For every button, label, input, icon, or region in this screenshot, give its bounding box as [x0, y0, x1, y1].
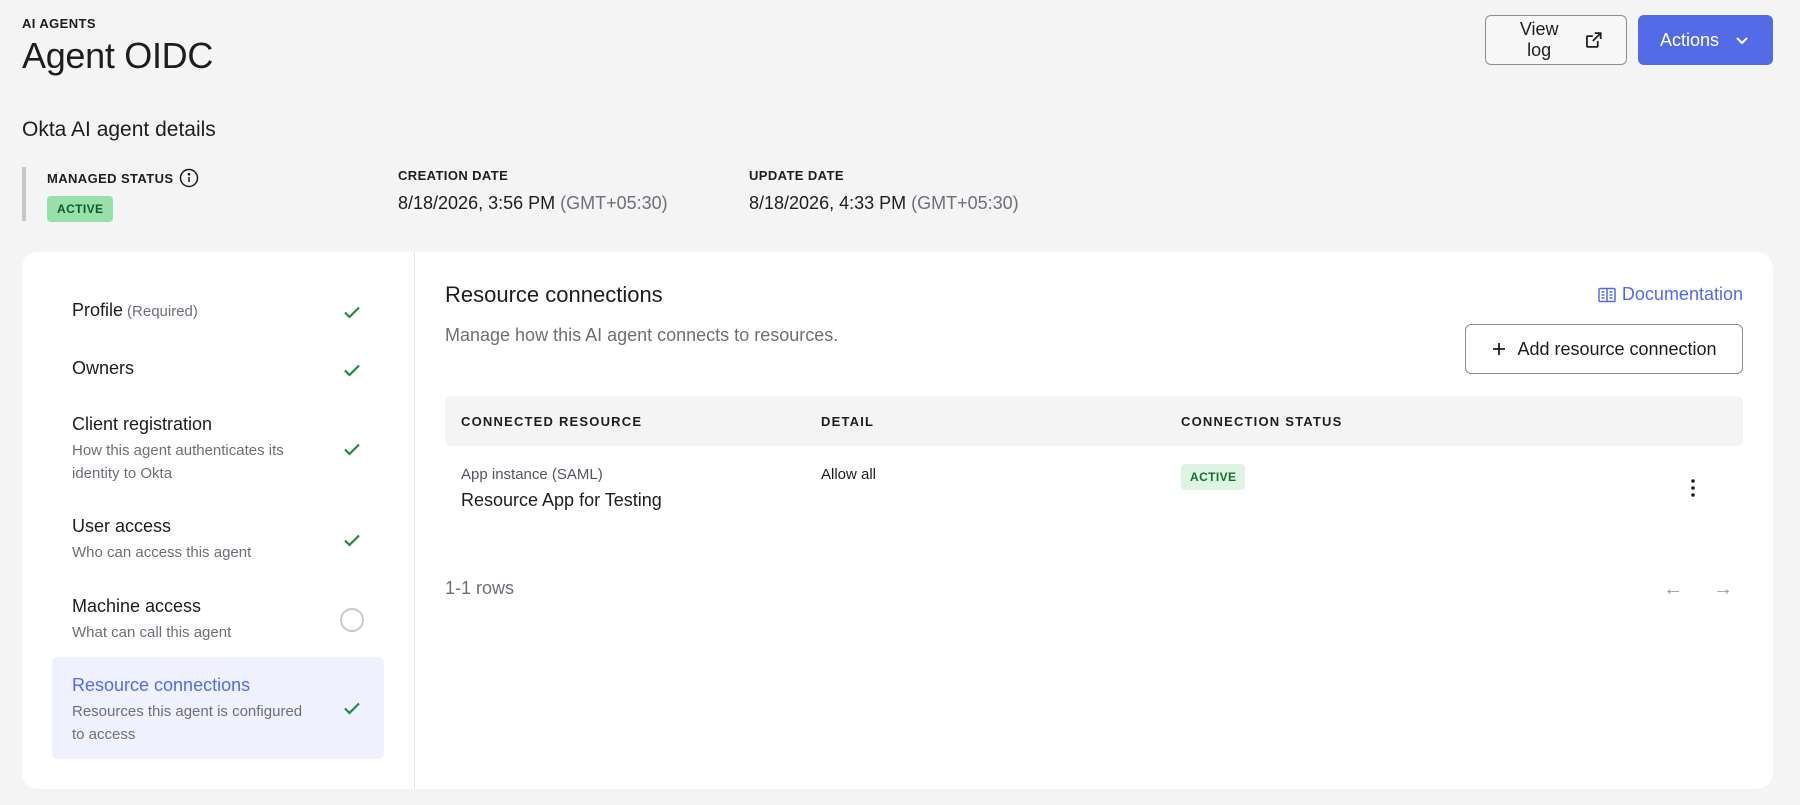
add-resource-connection-button[interactable]: Add resource connection [1465, 324, 1743, 374]
sidebar-item-label: User access [72, 516, 172, 536]
sidebar-item-label: Profile [72, 300, 124, 320]
table-header: CONNECTED RESOURCE DETAIL CONNECTION STA… [445, 396, 1743, 446]
section-title: Okta AI agent details [22, 118, 216, 141]
check-icon [344, 534, 360, 547]
creation-date-value: 8/18/2026, 3:56 PM [398, 193, 556, 213]
connection-status-badge: ACTIVE [1181, 464, 1246, 490]
sidebar-item-desc: What can call this agent [72, 624, 232, 641]
details-card: Profile (Required) Owners Client registra… [22, 252, 1773, 789]
update-date: UPDATE DATE 8/18/2026, 4:33 PM (GMT+05:3… [749, 168, 1019, 214]
sidebar-item-machine-access[interactable]: Machine access What can call this agent [52, 580, 384, 660]
status-badge: ACTIVE [47, 196, 114, 222]
incomplete-circle-icon [340, 608, 364, 632]
meta-divider [22, 167, 26, 221]
creation-date-label: CREATION DATE [398, 168, 509, 183]
agent-meta: MANAGED STATUS ACTIVE CREATION DATE 8/18… [22, 165, 1122, 223]
creation-date: CREATION DATE 8/18/2026, 3:56 PM (GMT+05… [398, 168, 668, 214]
pagination: ← → [1663, 578, 1733, 601]
plus-icon [1493, 343, 1506, 355]
sidebar-item-label: Machine access [72, 596, 202, 616]
main-panel: Resource connections Manage how this AI … [445, 252, 1743, 789]
next-page-icon[interactable]: → [1713, 578, 1733, 601]
documentation-label: Documentation [1621, 284, 1743, 304]
actions-button[interactable]: Actions [1638, 15, 1773, 65]
external-link-icon [1586, 32, 1602, 48]
required-tag: (Required) [127, 303, 198, 320]
sidebar-item-label: Owners [72, 358, 135, 378]
page-title: Agent OIDC [22, 35, 214, 76]
more-options-icon[interactable] [1683, 476, 1703, 500]
resource-detail: Allow all [821, 466, 877, 483]
resource-type: App instance (SAML) [461, 466, 603, 483]
previous-page-icon[interactable]: ← [1663, 578, 1683, 601]
creation-date-tz: (GMT+05:30) [560, 193, 668, 213]
update-date-label: UPDATE DATE [749, 168, 844, 183]
sidebar-item-owners[interactable]: Owners [52, 342, 384, 398]
info-icon[interactable] [179, 168, 199, 188]
check-icon [344, 306, 360, 319]
update-date-tz: (GMT+05:30) [911, 193, 1019, 213]
table-row: App instance (SAML) Resource App for Tes… [445, 446, 1743, 524]
sidebar-item-profile[interactable]: Profile (Required) [52, 282, 384, 342]
check-icon [344, 364, 360, 377]
panel-description: Manage how this AI agent connects to res… [445, 325, 839, 345]
chevron-down-icon [1736, 37, 1748, 45]
update-date-value: 8/18/2026, 4:33 PM [749, 193, 907, 213]
managed-status-label: MANAGED STATUS [47, 170, 174, 186]
view-log-label: View log [1519, 19, 1559, 60]
column-header-connection-status: CONNECTION STATUS [1181, 414, 1343, 429]
page-header: AI AGENTS Agent OIDC [22, 16, 213, 77]
sidebar-item-label: Client registration [72, 414, 213, 434]
actions-label: Actions [1660, 29, 1720, 50]
resource-name: Resource App for Testing [461, 490, 662, 510]
sidebar-item-user-access[interactable]: User access Who can access this agent [52, 500, 384, 580]
panel-title: Resource connections [445, 282, 663, 307]
check-icon [344, 443, 360, 456]
sidebar-item-resource-connections[interactable]: Resource connections Resources this agen… [52, 657, 384, 759]
sidebar-item-desc: Who can access this agent [72, 544, 252, 561]
sidebar-item-desc: How this agent authenticates its identit… [72, 442, 284, 482]
sidebar-nav: Profile (Required) Owners Client registra… [22, 252, 415, 789]
column-header-detail: DETAIL [821, 414, 875, 429]
book-icon [1598, 287, 1616, 302]
rows-count: 1-1 rows [445, 578, 515, 598]
column-header-connected-resource: CONNECTED RESOURCE [461, 414, 643, 429]
sidebar-item-desc: Resources this agent is configured to ac… [72, 703, 303, 743]
header-actions: View log Actions [1485, 15, 1773, 65]
check-icon [344, 702, 360, 715]
breadcrumb[interactable]: AI AGENTS [22, 16, 213, 31]
view-log-button[interactable]: View log [1485, 15, 1627, 65]
documentation-link[interactable]: Documentation [1598, 284, 1743, 305]
add-resource-connection-label: Add resource connection [1517, 338, 1717, 359]
sidebar-item-client-registration[interactable]: Client registration How this agent authe… [52, 398, 384, 500]
managed-status: MANAGED STATUS ACTIVE [47, 168, 199, 222]
sidebar-item-label: Resource connections [72, 675, 251, 695]
